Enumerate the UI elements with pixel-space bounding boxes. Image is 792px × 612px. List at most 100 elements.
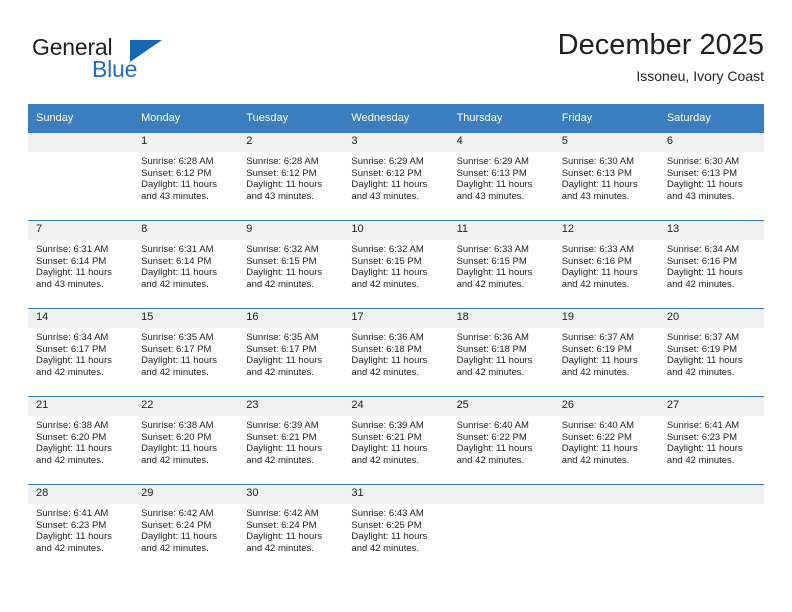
day-details: Sunrise: 6:35 AM Sunset: 6:17 PM Daylight:…: [133, 328, 238, 396]
day-details: Sunrise: 6:33 AM Sunset: 6:15 PM Daylight:…: [449, 240, 554, 308]
sunset-text: Sunset: 6:17 PM: [141, 343, 212, 355]
calendar-day-cell[interactable]: 8 Sunrise: 6:31 AM Sunset: 6:14 PM Daylight…: [133, 220, 239, 309]
daylight-text: Daylight: 11 hours and 43 minutes.: [561, 179, 638, 202]
daylight-text: Daylight: 11 hours and 43 minutes.: [36, 267, 112, 290]
weekday-header-wednesday: Wednesday: [343, 104, 449, 133]
day-details: Sunrise: 6:34 AM Sunset: 6:16 PM Daylight:…: [659, 240, 764, 308]
calendar-day-cell[interactable]: 27 Sunrise: 6:41 AM Sunset: 6:23 PM Dayligh…: [658, 396, 764, 485]
calendar-day-cell[interactable]: 14 Sunrise: 6:34 AM Sunset: 6:17 PM Dayligh…: [28, 308, 134, 397]
day-number: [448, 485, 554, 504]
calendar-day-cell[interactable]: 23 Sunrise: 6:39 AM Sunset: 6:21 PM Dayligh…: [238, 396, 344, 485]
title-block: December 2025 Issoneu, Ivory Coast: [558, 28, 764, 86]
sunrise-text: Sunrise: 6:40 AM: [456, 420, 529, 431]
day-details: Sunrise: 6:40 AM Sunset: 6:22 PM Daylight:…: [449, 416, 554, 484]
sunrise-text: Sunrise: 6:35 AM: [141, 332, 214, 343]
day-number: 5: [553, 133, 659, 152]
sunrise-text: Sunrise: 6:42 AM: [141, 508, 214, 519]
page-title: December 2025: [557, 29, 764, 61]
calendar-day-cell[interactable]: 24 Sunrise: 6:39 AM Sunset: 6:21 PM Dayligh…: [343, 396, 449, 485]
calendar-day-cell[interactable]: 12 Sunrise: 6:33 AM Sunset: 6:16 PM Dayligh…: [553, 220, 659, 309]
daylight-text: Daylight: 11 hours and 43 minutes.: [141, 179, 218, 202]
calendar-day-cell[interactable]: 29 Sunrise: 6:42 AM Sunset: 6:24 PM Dayligh…: [133, 484, 239, 572]
daylight-text: Daylight: 11 hours and 42 minutes.: [141, 355, 218, 378]
sunset-text: Sunset: 6:16 PM: [561, 255, 632, 267]
sunset-text: Sunset: 6:12 PM: [246, 167, 317, 179]
calendar-day-cell[interactable]: 10 Sunrise: 6:32 AM Sunset: 6:15 PM Dayligh…: [343, 220, 449, 309]
day-number: 23: [238, 397, 344, 416]
calendar-day-cell[interactable]: 17 Sunrise: 6:36 AM Sunset: 6:18 PM Dayligh…: [343, 308, 449, 397]
calendar-day-cell[interactable]: 20 Sunrise: 6:37 AM Sunset: 6:19 PM Dayligh…: [658, 308, 764, 397]
sunrise-text: Sunrise: 6:43 AM: [351, 508, 424, 519]
sunrise-text: Sunrise: 6:32 AM: [246, 244, 319, 255]
daylight-text: Daylight: 11 hours and 42 minutes.: [36, 531, 112, 554]
day-number: 25: [448, 397, 554, 416]
calendar-day-cell[interactable]: 16 Sunrise: 6:35 AM Sunset: 6:17 PM Dayligh…: [238, 308, 344, 397]
sunset-text: Sunset: 6:13 PM: [561, 167, 632, 179]
day-number: 2: [238, 133, 344, 152]
sunset-text: Sunset: 6:22 PM: [456, 431, 527, 443]
day-number: 29: [133, 485, 239, 504]
calendar-day-cell[interactable]: 19 Sunrise: 6:37 AM Sunset: 6:19 PM Dayligh…: [553, 308, 659, 397]
day-number: 26: [553, 397, 659, 416]
sunrise-text: Sunrise: 6:42 AM: [246, 508, 319, 519]
weekday-header-saturday: Saturday: [658, 104, 764, 133]
day-details: Sunrise: 6:29 AM Sunset: 6:12 PM Daylight:…: [343, 152, 448, 220]
day-number: 8: [133, 221, 239, 240]
day-details: Sunrise: 6:28 AM Sunset: 6:12 PM Daylight:…: [238, 152, 343, 220]
day-details: Sunrise: 6:39 AM Sunset: 6:21 PM Daylight:…: [343, 416, 448, 484]
day-details: Sunrise: 6:40 AM Sunset: 6:22 PM Daylight:…: [554, 416, 659, 484]
calendar-day-cell[interactable]: 28 Sunrise: 6:41 AM Sunset: 6:23 PM Dayligh…: [28, 484, 134, 572]
calendar-day-cell[interactable]: 1 Sunrise: 6:28 AM Sunset: 6:12 PM Daylight…: [133, 132, 239, 221]
day-details: Sunrise: 6:33 AM Sunset: 6:16 PM Daylight:…: [554, 240, 659, 308]
day-number: 19: [553, 309, 659, 328]
calendar-day-cell[interactable]: 5 Sunrise: 6:30 AM Sunset: 6:13 PM Daylight…: [553, 132, 659, 221]
calendar-day-cell[interactable]: 30 Sunrise: 6:42 AM Sunset: 6:24 PM Dayligh…: [238, 484, 344, 572]
sunset-text: Sunset: 6:24 PM: [141, 519, 212, 531]
calendar-day-cell[interactable]: 13 Sunrise: 6:34 AM Sunset: 6:16 PM Dayligh…: [658, 220, 764, 309]
sunrise-text: Sunrise: 6:31 AM: [36, 244, 109, 255]
calendar-day-cell[interactable]: 9 Sunrise: 6:32 AM Sunset: 6:15 PM Daylight…: [238, 220, 344, 309]
calendar-day-cell[interactable]: 15 Sunrise: 6:35 AM Sunset: 6:17 PM Dayligh…: [133, 308, 239, 397]
day-details: [28, 152, 133, 220]
weekday-header-monday: Monday: [133, 104, 239, 133]
day-number: 27: [658, 397, 764, 416]
calendar-day-cell[interactable]: 2 Sunrise: 6:28 AM Sunset: 6:12 PM Daylight…: [238, 132, 344, 221]
daylight-text: Daylight: 11 hours and 42 minutes.: [456, 443, 533, 466]
calendar-day-cell[interactable]: 7 Sunrise: 6:31 AM Sunset: 6:14 PM Daylight…: [28, 220, 134, 309]
calendar-day-cell[interactable]: 25 Sunrise: 6:40 AM Sunset: 6:22 PM Dayligh…: [448, 396, 554, 485]
calendar-day-cell[interactable]: 3 Sunrise: 6:29 AM Sunset: 6:12 PM Daylight…: [343, 132, 449, 221]
day-details: Sunrise: 6:32 AM Sunset: 6:15 PM Daylight:…: [343, 240, 448, 308]
calendar-day-cell[interactable]: 4 Sunrise: 6:29 AM Sunset: 6:13 PM Daylight…: [448, 132, 554, 221]
sunrise-text: Sunrise: 6:33 AM: [561, 244, 635, 255]
sunrise-text: Sunrise: 6:28 AM: [141, 156, 214, 167]
daylight-text: Daylight: 11 hours and 42 minutes.: [141, 267, 218, 290]
daylight-text: Daylight: 11 hours and 42 minutes.: [666, 443, 743, 466]
calendar-page: General Blue December 2025 Issoneu, Ivor…: [0, 0, 792, 612]
sunrise-text: Sunrise: 6:41 AM: [666, 420, 740, 431]
calendar-week-row: 1 Sunrise: 6:28 AM Sunset: 6:12 PM Daylight…: [28, 132, 764, 221]
day-details: Sunrise: 6:41 AM Sunset: 6:23 PM Daylight:…: [659, 416, 764, 484]
daylight-text: Daylight: 11 hours and 43 minutes.: [351, 179, 428, 202]
sunrise-text: Sunrise: 6:37 AM: [561, 332, 635, 343]
day-number: 3: [343, 133, 449, 152]
calendar-day-cell[interactable]: 6 Sunrise: 6:30 AM Sunset: 6:13 PM Daylight…: [658, 132, 764, 221]
daylight-text: Daylight: 11 hours and 43 minutes.: [456, 179, 533, 202]
day-details: Sunrise: 6:43 AM Sunset: 6:25 PM Daylight:…: [343, 504, 448, 572]
sunrise-text: Sunrise: 6:39 AM: [246, 420, 319, 431]
sunset-text: Sunset: 6:12 PM: [141, 167, 212, 179]
day-details: Sunrise: 6:37 AM Sunset: 6:19 PM Daylight:…: [659, 328, 764, 396]
calendar-day-cell[interactable]: 21 Sunrise: 6:38 AM Sunset: 6:20 PM Dayligh…: [28, 396, 134, 485]
calendar-day-cell[interactable]: 11 Sunrise: 6:33 AM Sunset: 6:15 PM Dayligh…: [448, 220, 554, 309]
calendar-day-cell[interactable]: 18 Sunrise: 6:36 AM Sunset: 6:18 PM Dayligh…: [448, 308, 554, 397]
calendar-day-cell[interactable]: 22 Sunrise: 6:38 AM Sunset: 6:20 PM Dayligh…: [133, 396, 239, 485]
page-header: General Blue December 2025 Issoneu, Ivor…: [28, 28, 764, 94]
day-details: Sunrise: 6:39 AM Sunset: 6:21 PM Daylight:…: [238, 416, 343, 484]
sunrise-text: Sunrise: 6:36 AM: [456, 332, 529, 343]
daylight-text: Daylight: 11 hours and 42 minutes.: [666, 355, 743, 378]
daylight-text: Daylight: 11 hours and 42 minutes.: [561, 443, 638, 466]
calendar-day-cell[interactable]: 26 Sunrise: 6:40 AM Sunset: 6:22 PM Dayligh…: [553, 396, 659, 485]
sunset-text: Sunset: 6:15 PM: [351, 255, 422, 267]
general-blue-logo[interactable]: General Blue: [32, 34, 212, 90]
calendar-day-cell[interactable]: 31 Sunrise: 6:43 AM Sunset: 6:25 PM Dayligh…: [343, 484, 449, 572]
day-details: Sunrise: 6:35 AM Sunset: 6:17 PM Daylight:…: [238, 328, 343, 396]
